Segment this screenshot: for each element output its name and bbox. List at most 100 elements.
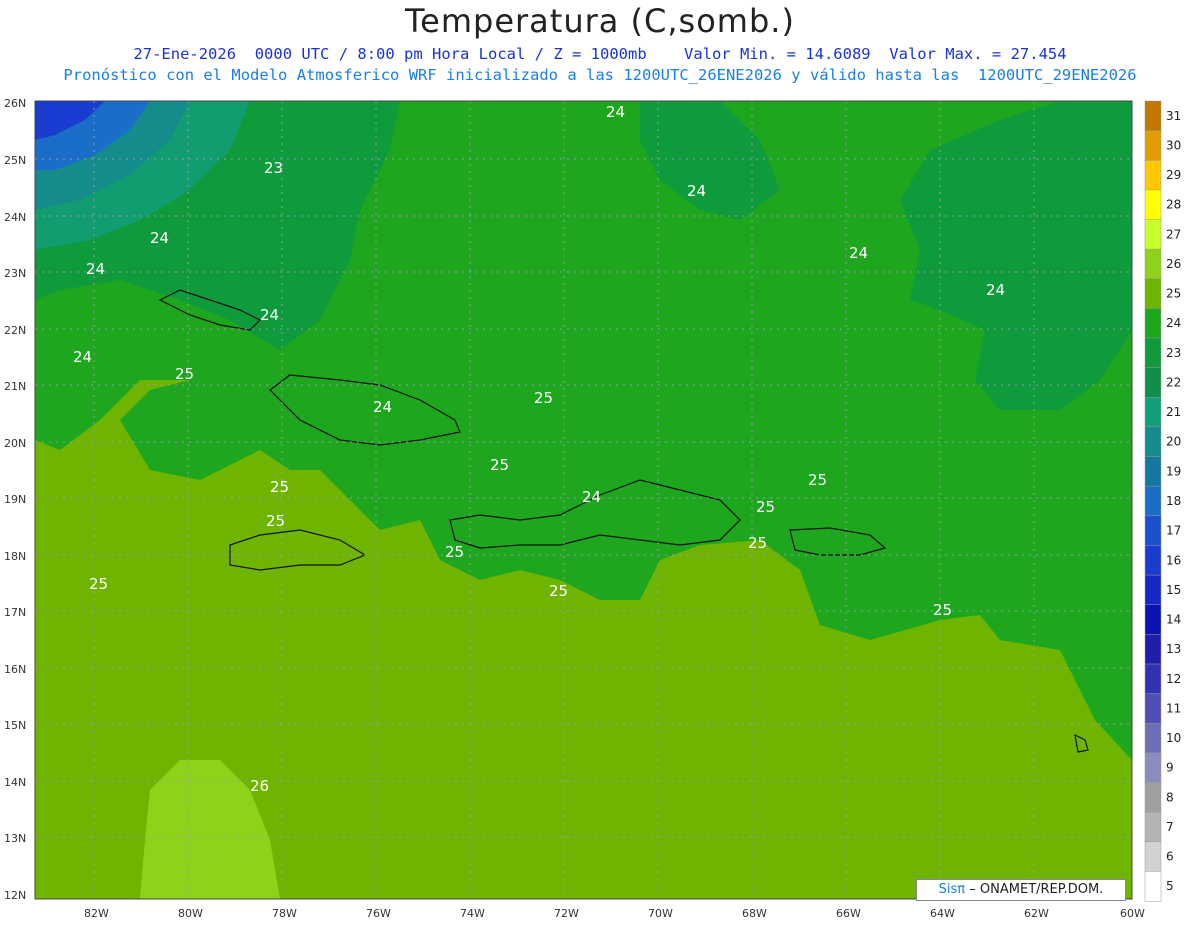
lat-label: 15N	[4, 719, 26, 732]
colorbar-label: 25	[1166, 287, 1181, 301]
lon-label: 82W	[84, 907, 109, 920]
colorbar-label: 11	[1166, 701, 1181, 715]
temperature-map: 24 23 24 24 24 24 24 24 24 25 25 24 25 2…	[4, 97, 1181, 920]
colorbar-swatch	[1144, 189, 1162, 221]
lon-label: 70W	[648, 907, 673, 920]
contour-label: 24	[986, 281, 1005, 299]
colorbar-label: 9	[1166, 761, 1174, 775]
colorbar-swatch	[1144, 456, 1162, 487]
lon-label: 66W	[836, 907, 861, 920]
contour-label: 24	[687, 182, 706, 200]
lon-label: 72W	[554, 907, 579, 920]
colorbar-label: 23	[1166, 346, 1181, 360]
contour-label: 24	[849, 244, 868, 262]
colorbar-label: 17	[1166, 524, 1181, 538]
colorbar-label: 13	[1166, 642, 1181, 656]
colorbar-swatch	[1144, 308, 1162, 339]
colorbar-label: 21	[1166, 405, 1181, 419]
contour-label: 24	[86, 260, 105, 278]
lat-label: 22N	[4, 324, 26, 337]
credit-brand: Sisπ	[938, 882, 966, 897]
lon-label: 74W	[460, 907, 485, 920]
colorbar-swatch	[1144, 752, 1162, 784]
colorbar-swatch	[1144, 515, 1162, 547]
lon-label: 62W	[1024, 907, 1049, 920]
colorbar-label: 28	[1166, 198, 1181, 212]
colorbar-swatch	[1144, 367, 1162, 399]
colorbar-swatch	[1144, 841, 1162, 873]
colorbar-swatch	[1144, 219, 1162, 250]
colorbar-swatch	[1144, 604, 1162, 636]
lat-label: 24N	[4, 211, 26, 224]
lon-label: 68W	[742, 907, 767, 920]
colorbar-swatch	[1144, 160, 1162, 191]
colorbar-label: 29	[1166, 168, 1181, 182]
colorbar-swatch	[1144, 693, 1162, 724]
lat-label: 23N	[4, 267, 26, 280]
colorbar-swatch	[1144, 782, 1162, 813]
colorbar-swatch	[1144, 397, 1162, 428]
credit-text: – ONAMET/REP.DOM.	[969, 882, 1104, 897]
contour-label: 25	[748, 534, 767, 552]
colorbar-label: 7	[1166, 820, 1174, 834]
colorbar-label: 26	[1166, 257, 1181, 271]
colorbar-swatch	[1144, 871, 1162, 902]
colorbar-label: 8	[1166, 790, 1174, 804]
contour-label: 25	[445, 543, 464, 561]
lat-label: 13N	[4, 832, 26, 845]
colorbar-swatch	[1144, 811, 1162, 843]
lat-label: 25N	[4, 154, 26, 167]
lat-label: 18N	[4, 550, 26, 563]
lat-label: 17N	[4, 606, 26, 619]
contour-label: 25	[933, 601, 952, 619]
colorbar-label: 27	[1166, 227, 1181, 241]
contour-label: 24	[606, 103, 625, 121]
lat-label: 26N	[4, 97, 26, 110]
contour-label: 25	[490, 456, 509, 474]
contour-label: 24	[150, 229, 169, 247]
lat-label: 12N	[4, 889, 26, 902]
contour-label: 25	[534, 389, 553, 407]
colorbar-swatch	[1144, 100, 1162, 132]
lat-label: 19N	[4, 493, 26, 506]
colorbar-label: 31	[1166, 109, 1181, 123]
colorbar-label: 19	[1166, 464, 1181, 478]
contour-label: 24	[373, 398, 392, 416]
colorbar-label: 18	[1166, 494, 1181, 508]
colorbar-swatch	[1144, 574, 1162, 606]
colorbar-swatch	[1144, 722, 1162, 754]
contour-label: 25	[549, 582, 568, 600]
lon-label: 76W	[366, 907, 391, 920]
lon-label: 60W	[1120, 907, 1145, 920]
contour-label: 25	[270, 478, 289, 496]
colorbar-label: 20	[1166, 435, 1181, 449]
lon-label: 78W	[272, 907, 297, 920]
colorbar-label: 16	[1166, 553, 1181, 567]
colorbar-swatch	[1144, 337, 1162, 369]
colorbar-label: 12	[1166, 672, 1181, 686]
contour-label: 25	[808, 471, 827, 489]
lat-label: 16N	[4, 663, 26, 676]
contour-label: 25	[266, 512, 285, 530]
colorbar-label: 10	[1166, 731, 1181, 745]
colorbar-label: 22	[1166, 376, 1181, 390]
credit-box: Sisπ – ONAMET/REP.DOM.	[916, 879, 1126, 901]
contour-label: 25	[89, 575, 108, 593]
colorbar-label: 15	[1166, 583, 1181, 597]
colorbar-swatch	[1144, 545, 1162, 576]
colorbar-swatch	[1144, 663, 1162, 695]
contour-label: 24	[582, 488, 601, 506]
colorbar-label: 30	[1166, 138, 1181, 152]
lat-label: 14N	[4, 776, 26, 789]
colorbar-label: 24	[1166, 316, 1181, 330]
colorbar-label: 14	[1166, 613, 1181, 627]
colorbar-label: 5	[1166, 879, 1174, 893]
colorbar-label: 6	[1166, 850, 1174, 864]
contour-label: 23	[264, 159, 283, 177]
lon-label: 80W	[178, 907, 203, 920]
contour-label: 25	[175, 365, 194, 383]
longitude-labels: 82W 80W 78W 76W 74W 72W 70W 68W 66W 64W …	[84, 907, 1145, 920]
colorbar: 31 30 29 28 27 26 25 24 23 22 21 20 19 18 17 16 15 14 13 12…	[1144, 100, 1181, 902]
lat-label: 20N	[4, 437, 26, 450]
lon-label: 64W	[930, 907, 955, 920]
